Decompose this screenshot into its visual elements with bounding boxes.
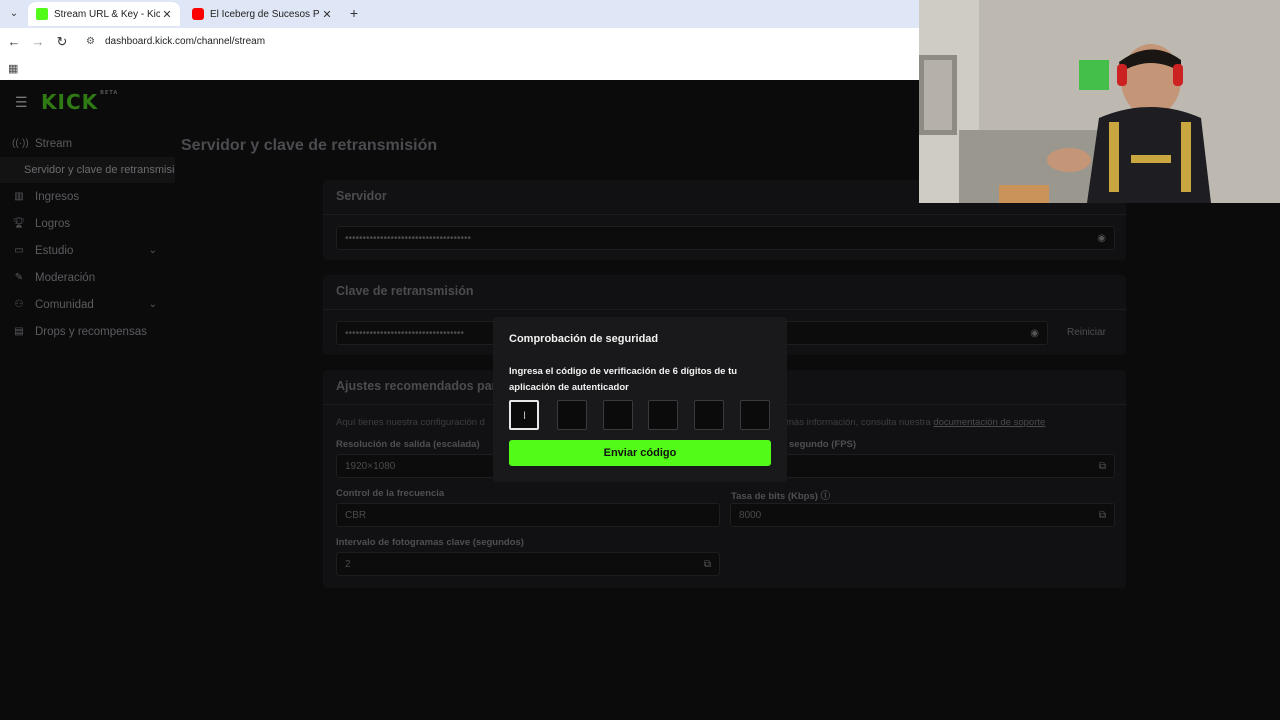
sidebar-item-label: Servidor y clave de retransmisión [24,164,175,176]
rate-control-value: CBR [345,509,367,521]
rate-control-field[interactable]: CBR [336,503,720,527]
sidebar-item-label: Moderación [35,271,96,284]
sidebar-item-comunidad[interactable]: ⚇ Comunidad ⌄ [0,291,175,318]
tab-iceberg[interactable]: El Iceberg de Sucesos Paranorm ✕ [184,2,340,26]
menu-icon[interactable]: ☰ [15,94,28,111]
sidebar-item-server-key[interactable]: Servidor y clave de retransmisión [0,157,175,183]
wrench-icon: ✎ [14,272,24,283]
text-cursor-icon: I [523,410,527,422]
studio-icon: ▭ [14,245,24,256]
sidebar-item-label: Stream [35,137,73,150]
bitrate-label: Tasa de bits (Kbps) ⓘ [731,488,830,502]
support-doc-link[interactable]: documentación de soporte [933,417,1045,428]
recommended-description-start: Aquí tienes nuestra configuración d [336,417,485,428]
url-field[interactable]: dashboard.kick.com/channel/stream [105,36,265,47]
description-text: más información, consulta nuestra [786,417,934,428]
site-info-icon[interactable]: ⚙ [86,36,95,47]
recommended-title: Ajustes recomendados par [336,379,497,393]
tab-title: El Iceberg de Sucesos Paranorm [210,8,320,20]
eye-icon[interactable]: ◉ [1097,233,1106,244]
close-tab-icon[interactable]: ✕ [320,8,334,21]
chevron-down-icon[interactable]: ⌄ [149,245,157,256]
tab-title: Stream URL & Key - Kick Dashb [54,8,160,20]
modal-instructions: Ingresa el código de verificación de 6 d… [509,366,738,393]
tab-search-icon[interactable]: ⌄ [6,6,22,22]
beta-badge: BETA [100,90,119,96]
recommended-description-end: más información, consulta nuestra docume… [786,417,1045,428]
copy-icon[interactable]: ⧉ [1099,510,1106,521]
new-tab-icon[interactable]: + [346,5,362,21]
divider [323,309,1126,310]
resolution-label: Resolución de salida (escalada) [336,439,480,450]
broadcast-icon: ((·)) [12,138,29,149]
kick-favicon-icon [36,8,48,20]
keyframe-field[interactable]: 2 ⧉ [336,552,720,576]
reset-button[interactable]: Reiniciar [1067,327,1106,338]
security-check-modal: Comprobación de seguridad Ingresa el cód… [493,317,787,482]
sidebar-item-logros[interactable]: 🏆︎ Logros [0,210,175,237]
copy-icon[interactable]: ⧉ [704,559,711,570]
bitrate-field[interactable]: 8000 ⧉ [730,503,1115,527]
trophy-icon: 🏆︎ [12,218,26,229]
send-code-button[interactable]: Enviar código [509,440,771,466]
stream-key-title: Clave de retransmisión [336,284,474,298]
code-digit-6[interactable] [740,400,770,430]
code-digit-2[interactable] [557,400,587,430]
keyframe-value: 2 [345,558,351,570]
code-digit-5[interactable] [694,400,724,430]
copy-icon[interactable]: ⧉ [1099,461,1106,472]
reload-icon[interactable]: ↻ [54,34,70,50]
code-digit-4[interactable] [648,400,678,430]
server-title: Servidor [336,189,387,203]
chart-icon: ▥ [14,191,24,202]
sidebar-item-estudio[interactable]: ▭ Estudio ⌄ [0,237,175,264]
logo-text: KICK [41,90,99,114]
sidebar-item-stream[interactable]: ((·)) Stream [0,130,175,157]
chevron-down-icon[interactable]: ⌄ [149,299,157,310]
fps-field[interactable]: ⧉ [730,454,1115,478]
code-digit-1[interactable]: I [509,400,539,430]
sidebar-item-ingresos[interactable]: ▥ Ingresos [0,183,175,210]
close-tab-icon[interactable]: ✕ [160,8,174,21]
sidebar-item-label: Ingresos [35,190,80,203]
divider [323,214,1126,215]
tab-stream-key[interactable]: Stream URL & Key - Kick Dashb ✕ [28,2,180,26]
webcam-image [919,0,1280,203]
info-icon[interactable]: ⓘ [821,491,831,502]
bitrate-value: 8000 [739,509,762,521]
back-icon[interactable]: ← [6,34,22,50]
server-value: •••••••••••••••••••••••••••••••••••• [345,232,472,244]
eye-icon[interactable]: ◉ [1030,328,1039,339]
stream-key-value: •••••••••••••••••••••••••••••••••• [345,327,465,339]
rate-control-label: Control de la frecuencia [336,488,445,499]
sidebar-item-label: Drops y recompensas [35,325,147,338]
page-title: Servidor y clave de retransmisión [181,137,438,154]
modal-title: Comprobación de seguridad [509,333,659,345]
sidebar-item-moderacion[interactable]: ✎ Moderación [0,264,175,291]
kick-logo[interactable]: KICK BETA [41,90,118,114]
sidebar: ((·)) Stream Servidor y clave de retrans… [0,130,175,345]
sidebar-item-label: Estudio [35,244,74,257]
webcam-overlay [919,0,1280,203]
forward-icon[interactable]: → [30,34,46,50]
apps-grid-icon[interactable]: ▦ [8,62,18,75]
youtube-favicon-icon [192,8,204,20]
bitrate-label-text: Tasa de bits (Kbps) [731,491,818,502]
sidebar-item-drops[interactable]: ▤ Drops y recompensas [0,318,175,345]
sidebar-item-label: Comunidad [35,298,94,311]
keyframe-label: Intervalo de fotogramas clave (segundos) [336,537,524,548]
code-digit-3[interactable] [603,400,633,430]
community-icon: ⚇ [14,299,24,310]
resolution-value: 1920×1080 [345,460,396,472]
sidebar-item-label: Logros [35,217,71,230]
fps-label: segundo (FPS) [789,439,857,450]
server-field[interactable]: •••••••••••••••••••••••••••••••••••• ◉ [336,226,1115,250]
gift-icon: ▤ [14,326,24,337]
